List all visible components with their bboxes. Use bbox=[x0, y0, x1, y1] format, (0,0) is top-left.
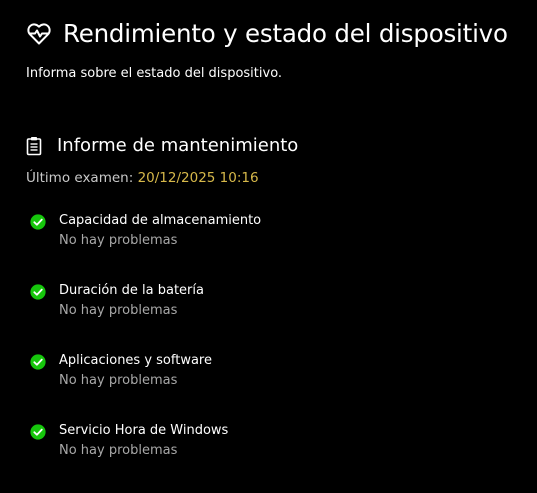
section-title: Informe de mantenimiento bbox=[57, 135, 299, 156]
check-item-storage: Capacidad de almacenamiento No hay probl… bbox=[30, 213, 510, 283]
heart-pulse-icon bbox=[26, 21, 52, 47]
check-item-status: No hay problemas bbox=[59, 303, 178, 318]
last-scan-label: Último examen: bbox=[26, 170, 134, 186]
maintenance-report-header: Informe de mantenimiento bbox=[26, 135, 298, 156]
check-item-battery: Duración de la batería No hay problemas bbox=[30, 283, 510, 353]
check-circle-icon bbox=[30, 284, 46, 300]
check-item-status: No hay problemas bbox=[59, 233, 178, 248]
check-item-title: Aplicaciones y software bbox=[59, 353, 212, 368]
last-scan-timestamp: 20/12/2025 10:16 bbox=[137, 170, 259, 186]
check-item-time-service: Servicio Hora de Windows No hay problema… bbox=[30, 423, 510, 493]
check-circle-icon bbox=[30, 354, 46, 370]
last-scan: Último examen: 20/12/2025 10:16 bbox=[26, 170, 259, 186]
check-item-apps: Aplicaciones y software No hay problemas bbox=[30, 353, 510, 423]
check-circle-icon bbox=[30, 424, 46, 440]
page-subtitle: Informa sobre el estado del dispositivo. bbox=[26, 66, 283, 81]
check-item-title: Duración de la batería bbox=[59, 283, 204, 298]
clipboard-icon bbox=[26, 136, 42, 156]
check-item-status: No hay problemas bbox=[59, 373, 178, 388]
check-item-status: No hay problemas bbox=[59, 443, 178, 458]
check-item-title: Servicio Hora de Windows bbox=[59, 423, 229, 438]
page-title: Rendimiento y estado del dispositivo bbox=[63, 19, 508, 48]
check-item-title: Capacidad de almacenamiento bbox=[59, 213, 262, 228]
health-check-list: Capacidad de almacenamiento No hay probl… bbox=[30, 213, 510, 493]
page-header: Rendimiento y estado del dispositivo bbox=[26, 18, 508, 50]
check-circle-icon bbox=[30, 214, 46, 230]
